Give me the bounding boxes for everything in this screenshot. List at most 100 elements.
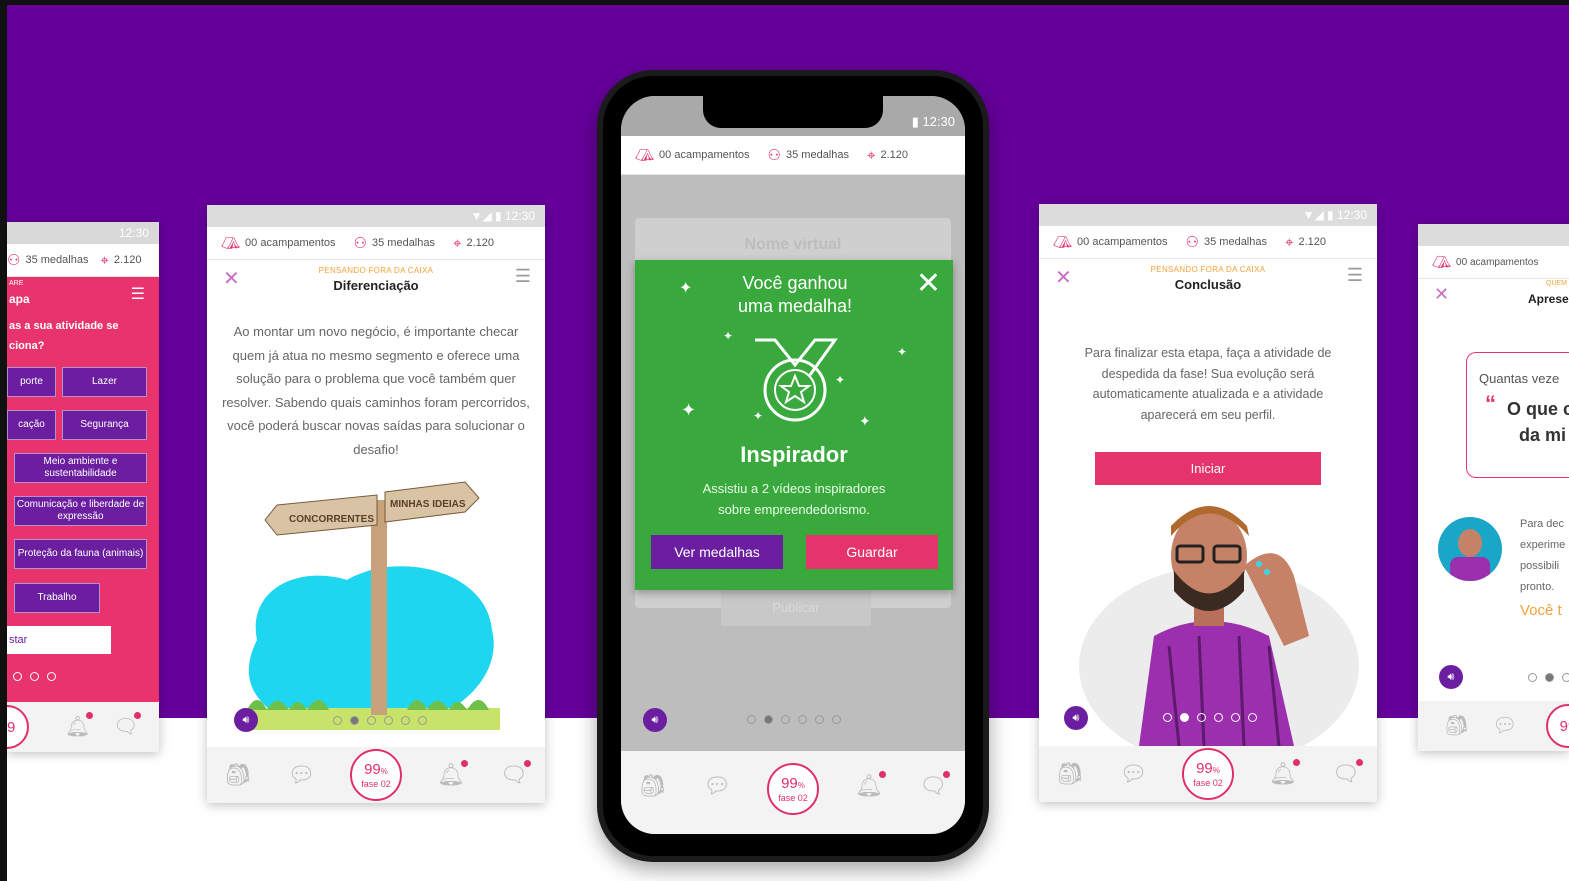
sound-icon[interactable]: 🔊︎	[1439, 665, 1463, 689]
option-button[interactable]: cação	[7, 410, 56, 440]
camps-counter[interactable]: ⛺︎ 00 acampamentos	[635, 146, 750, 164]
sound-icon[interactable]: 🔊︎	[643, 708, 667, 732]
bubble-quote-line: da mi	[1519, 425, 1567, 445]
backpack-icon[interactable]: 🎒︎	[639, 773, 667, 799]
menu-icon[interactable]: ☰	[131, 284, 145, 304]
status-bar: ▼◢ ▮ 12:30	[1039, 204, 1377, 226]
points-counter[interactable]: ⌖ 2.120	[867, 147, 908, 164]
camps-counter[interactable]: ⛺︎ 00 acampamentos	[1432, 253, 1538, 271]
progress-percent: 99	[7, 718, 16, 736]
option-button[interactable]: porte	[7, 367, 56, 397]
progress-ring[interactable]: 99% fase 02	[766, 763, 819, 815]
pager-dot[interactable]	[747, 715, 756, 724]
pager-dot[interactable]	[1214, 713, 1223, 722]
pager-dot[interactable]	[401, 716, 410, 725]
chat-icon[interactable]: 💬︎	[287, 762, 315, 788]
progress-ring[interactable]: 99	[1546, 704, 1569, 748]
phone-frame: ▮ 12:30 ⛺︎ 00 acampamentos ⚇ 35 medalhas ⌖…	[597, 70, 989, 862]
bell-icon[interactable]: 🔔︎	[855, 771, 886, 799]
backpack-icon[interactable]: 🎒︎	[224, 762, 252, 788]
screen-header: ✕ PENSANDO FORA DA CAIXA Diferenciação ☰	[207, 260, 545, 304]
pager-dot[interactable]	[13, 672, 22, 681]
close-icon[interactable]: ✕	[916, 266, 941, 301]
body-line: experime	[1520, 539, 1566, 551]
start-button[interactable]: Iniciar	[1095, 452, 1321, 485]
camps-counter[interactable]: ⛺︎ 00 acampamentos	[1053, 233, 1168, 251]
input-field[interactable]: star	[7, 626, 111, 654]
message-icon[interactable]: 🗨︎	[919, 771, 950, 799]
message-icon[interactable]: 🗨︎	[113, 712, 142, 739]
bell-icon[interactable]: 🔔︎	[437, 760, 468, 788]
medals-counter[interactable]: ⚇ 35 medalhas	[7, 251, 88, 269]
chat-icon[interactable]: 💬︎	[1492, 713, 1517, 738]
option-button[interactable]: Proteção da fauna (animais)	[14, 539, 147, 569]
kicker: QUEM	[1546, 280, 1567, 287]
pager-dot[interactable]	[30, 672, 39, 681]
pager-dot[interactable]	[384, 716, 393, 725]
menu-icon[interactable]: ☰	[515, 266, 531, 287]
camps-label: 00 acampamentos	[659, 149, 750, 161]
camps-counter[interactable]: ⛺︎ 00 acampamentos	[221, 234, 336, 252]
bottom-nav: 🎒︎ 💬︎ 99% fase 02 🔔︎ 🗨︎	[207, 747, 545, 803]
points-counter[interactable]: ⌖ 2.120	[1285, 234, 1326, 251]
option-button[interactable]: Segurança	[62, 410, 147, 440]
medals-counter[interactable]: ⚇ 35 medalhas	[768, 146, 849, 164]
points-label: 2.120	[880, 149, 908, 161]
pager-dot[interactable]	[1545, 673, 1554, 682]
pager-dot[interactable]	[47, 672, 56, 681]
pager-dot[interactable]	[764, 715, 773, 724]
view-medals-button[interactable]: Ver medalhas	[651, 535, 783, 569]
top-bar: ⛺︎ 00 acampamentos	[1418, 246, 1569, 279]
sound-icon[interactable]: 🔊︎	[1064, 706, 1088, 730]
medals-counter[interactable]: ⚇ 35 medalhas	[354, 234, 435, 252]
pager-dot[interactable]	[798, 715, 807, 724]
menu-icon[interactable]: ☰	[1347, 265, 1363, 286]
message-icon[interactable]: 🗨︎	[500, 760, 531, 788]
backpack-icon[interactable]: 🎒︎	[1444, 713, 1469, 738]
close-icon[interactable]: ✕	[1434, 284, 1449, 305]
progress-ring[interactable]: 99% fase 02	[1181, 748, 1234, 800]
bottom-nav: 99 🔔︎ 🗨︎	[7, 702, 159, 752]
top-bar: ⛺︎ 00 acampamentos ⚇ 35 medalhas ⌖ 2.120	[621, 136, 965, 175]
option-button[interactable]: Comunicação e liberdade de expressão	[14, 496, 147, 526]
progress-unit: %	[1212, 765, 1220, 775]
svg-text:✦: ✦	[681, 400, 696, 420]
chat-icon[interactable]: 💬︎	[703, 773, 731, 799]
pager-dot[interactable]	[1180, 713, 1189, 722]
progress-ring[interactable]: 99	[7, 705, 29, 749]
medals-counter[interactable]: ⚇ 35 medalhas	[1186, 233, 1267, 251]
pager-dot[interactable]	[333, 716, 342, 725]
sound-icon[interactable]: 🔊︎	[234, 708, 258, 732]
pager-dot[interactable]	[1248, 713, 1257, 722]
pager-dot[interactable]	[367, 716, 376, 725]
pager-dot[interactable]	[1231, 713, 1240, 722]
progress-percent: 99	[1559, 717, 1569, 735]
chat-icon[interactable]: 💬︎	[1119, 761, 1147, 787]
location-pin-icon: ⌖	[453, 234, 462, 252]
pager-dot[interactable]	[1528, 673, 1537, 682]
option-button[interactable]: Trabalho	[14, 583, 100, 613]
bell-icon[interactable]: 🔔︎	[65, 712, 94, 739]
pager-dot[interactable]	[1163, 713, 1172, 722]
progress-ring[interactable]: 99% fase 02	[349, 749, 402, 801]
pager-dot[interactable]	[350, 716, 359, 725]
pager-dot[interactable]	[815, 715, 824, 724]
screen-presentation: ⛺︎ 00 acampamentos ✕ QUEM Aprese Quantas …	[1418, 224, 1569, 751]
backpack-icon[interactable]: 🎒︎	[1056, 761, 1084, 787]
bell-icon[interactable]: 🔔︎	[1269, 759, 1300, 787]
pager-dot[interactable]	[832, 715, 841, 724]
kicker: PENSANDO FORA DA CAIXA	[1150, 265, 1266, 274]
body-line: pronto.	[1520, 581, 1555, 593]
points-counter[interactable]: ⌖ 2.120	[100, 252, 141, 269]
save-button[interactable]: Guardar	[806, 535, 938, 569]
pager-dot[interactable]	[1562, 673, 1569, 682]
pager-dot[interactable]	[1197, 713, 1206, 722]
option-button[interactable]: Lazer	[62, 367, 147, 397]
screen-activity-selection: 12:30 ⚇ 35 medalhas ⌖ 2.120 ARE apa ☰ as a…	[7, 222, 159, 752]
pager-dot[interactable]	[418, 716, 427, 725]
tent-icon: ⛺︎	[221, 235, 241, 252]
option-button[interactable]: Meio ambiente e sustentabilidade	[14, 453, 147, 483]
message-icon[interactable]: 🗨︎	[1332, 759, 1363, 787]
points-counter[interactable]: ⌖ 2.120	[453, 235, 494, 252]
pager-dot[interactable]	[781, 715, 790, 724]
